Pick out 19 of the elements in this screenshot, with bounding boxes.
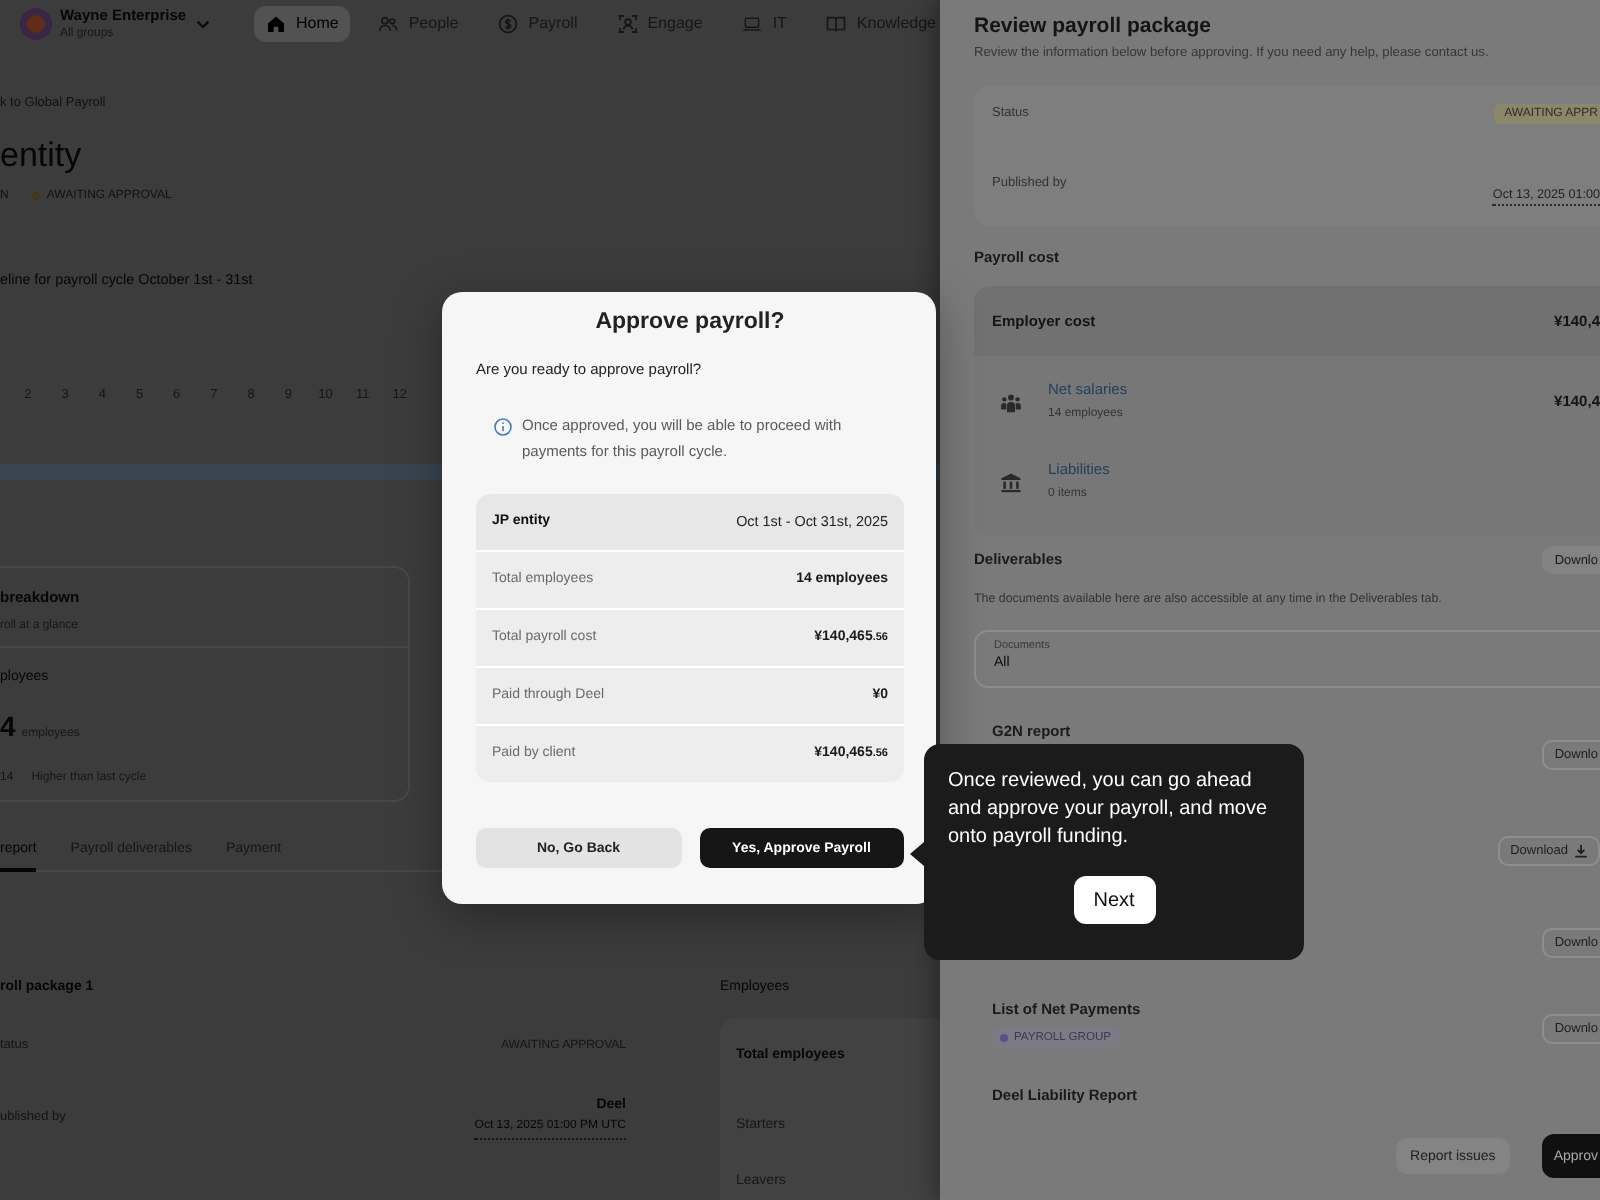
next-button[interactable]: Next xyxy=(1073,876,1155,924)
nav-item[interactable]: Home xyxy=(254,6,351,42)
people-icon xyxy=(378,14,399,34)
chevron-down-icon[interactable] xyxy=(196,19,211,29)
org-logo-icon xyxy=(20,8,52,40)
download-icon xyxy=(1574,844,1588,858)
tag-dot-icon xyxy=(1000,1034,1008,1042)
people-group-icon xyxy=(1000,391,1022,413)
person-frame-icon xyxy=(617,14,638,34)
status-dot-icon xyxy=(32,192,41,200)
tooltip-text: Once reviewed, you can go ahead and approve your payroll, and move onto payroll funding. xyxy=(948,768,1270,852)
dollar-circle-icon xyxy=(498,14,519,34)
modal-title: Approve payroll? xyxy=(593,308,787,338)
panel-title: Review payroll package xyxy=(974,12,1211,40)
info-icon xyxy=(494,418,512,436)
book-icon xyxy=(826,14,847,34)
home-icon xyxy=(266,14,286,34)
laptop-icon xyxy=(742,14,763,34)
bank-icon xyxy=(1000,471,1022,493)
